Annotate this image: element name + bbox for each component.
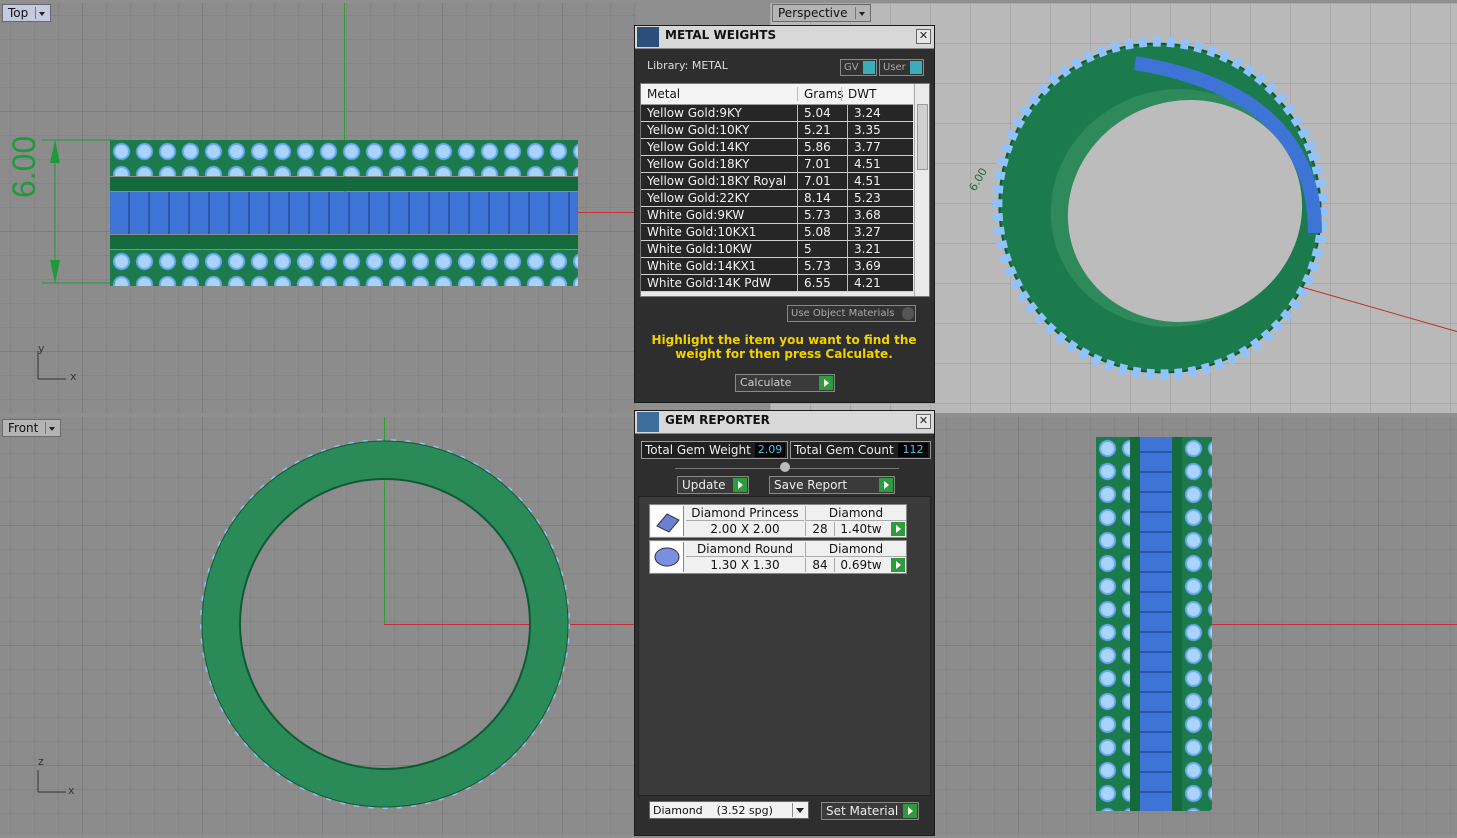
table-row[interactable]: Yellow Gold:14KY 5.86 3.77 <box>641 139 913 156</box>
metal-rail <box>1130 437 1140 811</box>
material-select[interactable]: Diamond (3.52 spg) <box>649 801 809 819</box>
chevron-down-icon[interactable] <box>35 7 48 19</box>
panel-title-bar[interactable]: GEM REPORTER ✕ <box>635 411 934 434</box>
viewport-name: Perspective <box>778 6 848 20</box>
total-count-value: 112 <box>898 443 928 457</box>
play-icon <box>819 376 833 390</box>
table-row[interactable]: White Gold:10KX1 5.08 3.27 <box>641 224 913 241</box>
play-icon[interactable] <box>891 522 905 536</box>
gem-reporter-panel: GEM REPORTER ✕ Total Gem Weight 2.09 Tot… <box>634 410 935 836</box>
calculate-label: Calculate <box>740 376 792 389</box>
gem-column-right <box>1182 437 1212 811</box>
table-row[interactable]: Yellow Gold:18KY 7.01 4.51 <box>641 156 913 173</box>
dimension-label: 6.00 <box>6 135 42 198</box>
total-weight-label: Total Gem Weight <box>645 443 751 457</box>
col-grams[interactable]: Grams <box>797 87 844 101</box>
viewport-name: Top <box>8 6 29 20</box>
ring-perspective <box>992 36 1328 380</box>
total-gem-weight: Total Gem Weight 2.09 <box>641 441 788 459</box>
scroll-thumb[interactable] <box>917 104 928 170</box>
metal-table[interactable]: Metal Grams DWT Yellow Gold:9KY 5.04 3.24 … <box>640 83 930 297</box>
save-report-button[interactable]: Save Report <box>769 476 895 494</box>
collapse-icon[interactable] <box>780 462 790 472</box>
table-row[interactable]: White Gold:10KW 5 3.21 <box>641 241 913 258</box>
total-weight-value: 2.09 <box>755 443 785 457</box>
ring-front <box>200 439 570 809</box>
update-label: Update <box>682 478 726 492</box>
viewport-front-tab[interactable]: Front <box>2 419 62 437</box>
gv-toggle[interactable]: GV <box>840 59 877 76</box>
col-metal[interactable]: Metal <box>647 87 680 101</box>
axis-x-label: x <box>68 784 75 797</box>
play-icon <box>903 804 917 818</box>
axis-z-label: z <box>38 755 44 768</box>
metal-rail <box>1172 437 1182 811</box>
table-scrollbar[interactable] <box>914 84 929 296</box>
gem-row-bottom <box>110 250 578 286</box>
metal-rail <box>110 177 578 191</box>
axis-indicator <box>37 770 66 793</box>
viewport-perspective-tab[interactable]: Perspective <box>772 4 871 22</box>
princess-channel <box>1140 437 1172 811</box>
calculate-button[interactable]: Calculate <box>735 374 835 392</box>
col-dwt[interactable]: DWT <box>841 87 876 101</box>
set-material-button[interactable]: Set Material <box>821 802 919 820</box>
table-row[interactable]: Yellow Gold:10KY 5.21 3.35 <box>641 122 913 139</box>
table-row[interactable]: White Gold:14KX1 5.73 3.69 <box>641 258 913 275</box>
top-viewport[interactable]: 6.00 y x Top <box>0 3 636 413</box>
user-label: User <box>883 62 906 73</box>
chevron-down-icon[interactable] <box>792 803 807 817</box>
metal-rows: Yellow Gold:9KY 5.04 3.24 Yellow Gold:10KY… <box>641 105 913 292</box>
table-header: Metal Grams DWT <box>641 84 913 105</box>
axis-y-label: y <box>38 342 45 355</box>
chevron-down-icon[interactable] <box>45 422 58 434</box>
viewport-top-tab[interactable]: Top <box>2 4 52 22</box>
close-button[interactable]: ✕ <box>916 29 931 44</box>
gem-reporter-icon <box>637 412 659 432</box>
library-label: Library: METAL <box>647 59 728 72</box>
gem-column-left <box>1096 437 1130 811</box>
round-cut-icon <box>651 542 684 572</box>
x-axis-line <box>1212 624 1457 625</box>
close-button[interactable]: ✕ <box>916 414 931 429</box>
total-gem-count: Total Gem Count 112 <box>790 441 931 459</box>
gem-row-top <box>110 140 578 176</box>
gem-entry-princess[interactable]: Diamond Princess Diamond 2.00 X 2.00 28 … <box>649 504 907 538</box>
set-material-label: Set Material <box>826 804 899 818</box>
gv-label: GV <box>844 62 859 73</box>
x-axis-line <box>578 212 636 213</box>
table-row[interactable]: White Gold:14K PdW 6.55 4.21 <box>641 275 913 292</box>
princess-cut-icon <box>651 506 684 536</box>
panel-title-bar[interactable]: METAL WEIGHTS ✕ <box>635 26 934 49</box>
gem-list: Diamond Princess Diamond 2.00 X 2.00 28 … <box>638 496 931 796</box>
total-count-label: Total Gem Count <box>794 443 894 457</box>
metal-rail <box>110 235 578 249</box>
front-viewport[interactable]: z x Front <box>0 417 636 835</box>
play-icon[interactable] <box>891 558 905 572</box>
right-viewport[interactable] <box>936 417 1457 835</box>
hint-text: Highlight the item you want to find the … <box>651 333 917 361</box>
axis-x-label: x <box>70 370 77 383</box>
table-row[interactable]: White Gold:9KW 5.73 3.68 <box>641 207 913 224</box>
use-object-materials-label: Use Object Materials <box>791 308 895 319</box>
panel-title: METAL WEIGHTS <box>665 28 777 42</box>
save-report-label: Save Report <box>774 478 848 492</box>
chevron-down-icon[interactable] <box>854 7 868 19</box>
table-row[interactable]: Yellow Gold:18KY Royal 7.01 4.51 <box>641 173 913 190</box>
play-icon <box>733 478 747 492</box>
panel-title: GEM REPORTER <box>665 413 770 427</box>
table-row[interactable]: Yellow Gold:9KY 5.04 3.24 <box>641 105 913 122</box>
play-icon <box>879 478 893 492</box>
viewport-name: Front <box>8 421 39 435</box>
metal-weights-icon <box>637 27 659 47</box>
princess-channel <box>110 192 578 234</box>
material-select-value: Diamond (3.52 spg) <box>653 804 773 817</box>
gem-entry-round[interactable]: Diamond Round Diamond 1.30 X 1.30 84 0.6… <box>649 540 907 574</box>
update-button[interactable]: Update <box>677 476 749 494</box>
table-row[interactable]: Yellow Gold:22KY 8.14 5.23 <box>641 190 913 207</box>
user-toggle[interactable]: User <box>879 59 924 76</box>
metal-weights-panel: METAL WEIGHTS ✕ Library: METAL GV User M… <box>634 25 935 403</box>
use-object-materials-toggle[interactable]: Use Object Materials <box>787 305 916 322</box>
